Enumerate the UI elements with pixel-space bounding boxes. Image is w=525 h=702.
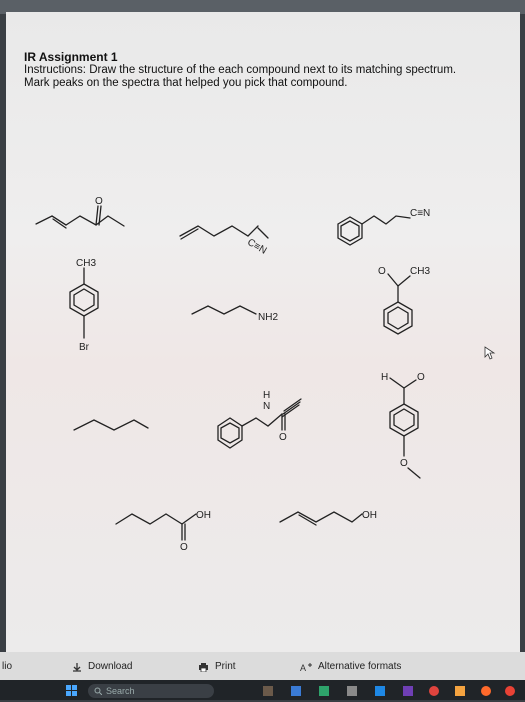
molecule-butenenitrile [179,225,269,240]
label-nitrile-propyl: C≡N [245,237,268,257]
toolbar-cut-label: lio [2,661,12,672]
molecule-ketone [35,205,125,229]
label-nitrile-benzyl: C≡N [410,208,430,219]
alternative-formats-button[interactable]: A Alternative formats [300,661,401,672]
document-toolbar: lio Download Print A Alternative formats [0,652,525,680]
molecule-acetophenone [383,273,413,335]
download-icon [73,662,81,672]
taskbar-app-9-icon[interactable] [480,684,492,702]
taskbar-app-7-icon[interactable] [428,684,440,702]
label-amide-h: H [263,390,270,401]
label-aldehyde-h: H [381,372,388,383]
mouse-cursor-icon [484,346,496,360]
label-ketone-o: O [95,196,103,207]
taskbar-app-2-icon[interactable] [290,684,302,702]
molecule-benzyl-nitrile [337,215,411,246]
molecule-acid [115,513,197,541]
windows-start-icon[interactable] [66,684,78,702]
molecule-butane [73,419,149,431]
label-acetophenone-o: O [378,266,386,277]
search-icon [94,687,102,695]
label-ch3-toluene: CH3 [76,258,96,269]
taskbar: Search [0,680,525,700]
download-label: Download [88,661,133,672]
label-acid-o: O [180,542,188,553]
molecule-pentylamine [191,305,257,315]
taskbar-app-8-icon[interactable] [454,684,466,702]
molecule-drawings: O C≡N C≡N CH3 Br NH2 O CH3 H O H N O O O… [35,196,430,553]
alt-formats-label: Alternative formats [318,661,402,672]
svg-text:A: A [300,663,306,672]
molecule-bromotoluene [69,267,99,339]
label-alcohol-oh: OH [362,510,377,521]
molecule-amide [217,398,302,449]
taskbar-app-4-icon[interactable] [346,684,358,702]
label-acetophenone-ch3: CH3 [410,266,430,277]
download-button[interactable]: Download [72,661,132,672]
print-label: Print [215,661,236,672]
label-nh2: NH2 [258,312,278,323]
toolbar-cut-text: lio [2,661,13,672]
taskbar-app-10-icon[interactable] [504,684,516,702]
label-acid-oh: OH [196,510,211,521]
taskbar-search-input[interactable]: Search [88,684,214,698]
print-icon [199,662,208,672]
label-methoxy-o: O [400,458,408,469]
taskbar-app-6-icon[interactable] [402,684,414,702]
molecule-alcohol [279,511,363,526]
search-placeholder: Search [106,686,135,696]
label-aldehyde-o: O [417,372,425,383]
label-amide-o: O [279,432,287,443]
print-button[interactable]: Print [198,661,236,672]
alt-formats-icon: A [300,662,312,672]
taskbar-app-3-icon[interactable] [318,684,330,702]
taskbar-app-1-icon[interactable] [262,684,274,702]
label-br: Br [79,342,90,353]
taskbar-app-5-icon[interactable] [374,684,386,702]
label-amide-n: N [263,401,270,412]
